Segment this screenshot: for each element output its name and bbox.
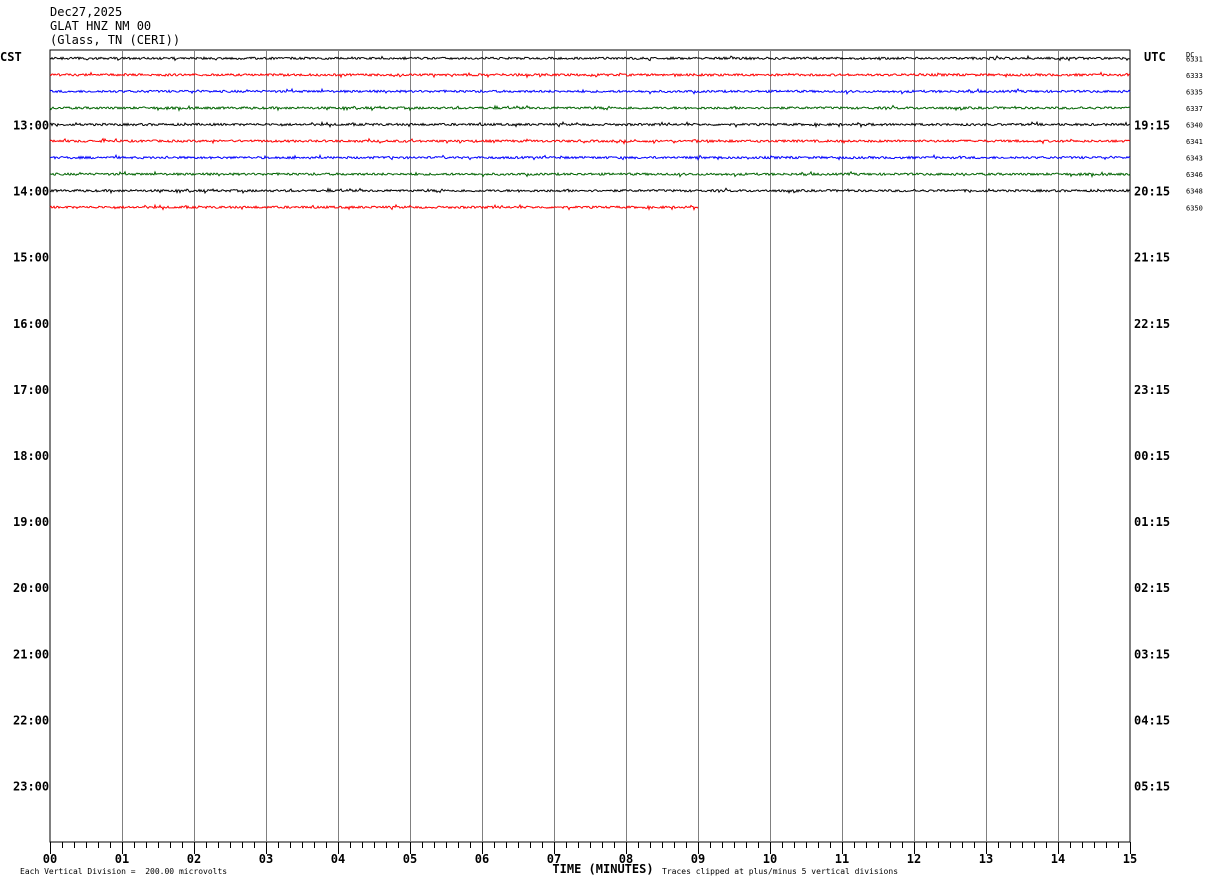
- right-timezone-label: UTC: [1144, 50, 1166, 64]
- right-hour-label: 02:15: [1134, 581, 1170, 595]
- trace-dc-label: 6335: [1186, 88, 1203, 96]
- x-tick-label: 09: [691, 852, 705, 866]
- seismic-trace: [49, 170, 1131, 179]
- right-hour-label: 01:15: [1134, 515, 1170, 529]
- right-hour-label: 22:15: [1134, 317, 1170, 331]
- trace-dc-label: 6337: [1186, 105, 1203, 113]
- left-hour-label: 15:00: [13, 251, 49, 265]
- left-hour-label: 21:00: [13, 647, 49, 661]
- trace-dc-label: 6341: [1186, 138, 1203, 146]
- x-tick-label: 03: [259, 852, 273, 866]
- x-tick-label: 15: [1123, 852, 1137, 866]
- seismic-trace: [49, 203, 699, 211]
- x-tick-label: 12: [907, 852, 921, 866]
- seismic-trace: [49, 120, 1131, 129]
- right-hour-label: 23:15: [1134, 383, 1170, 397]
- x-tick-label: 11: [835, 852, 849, 866]
- seismic-trace: [49, 71, 1131, 79]
- seismic-trace: [49, 104, 1131, 112]
- left-hour-label: 17:00: [13, 383, 49, 397]
- seismic-trace: [49, 54, 1131, 62]
- seismic-trace: [49, 187, 1131, 195]
- x-tick-label: 05: [403, 852, 417, 866]
- right-hour-label: 21:15: [1134, 251, 1170, 265]
- helicorder-chart: 00 01 02 03 04 05 06 07 08 09 10 11 12 13 14 15TIME (MI…: [0, 49, 1203, 876]
- right-hour-label: 04:15: [1134, 713, 1170, 727]
- trace-dc-label: 6346: [1186, 171, 1203, 179]
- x-tick-label: 00: [43, 852, 57, 866]
- left-hour-label: 14:00: [13, 185, 49, 199]
- left-timezone-label: CST: [0, 50, 22, 64]
- footnote-clipping: Traces clipped at plus/minus 5 vertical …: [662, 867, 899, 876]
- right-hour-label: 00:15: [1134, 449, 1170, 463]
- trace-dc-label: 6340: [1186, 122, 1203, 130]
- x-tick-label: 04: [331, 852, 345, 866]
- left-hour-label: 23:00: [13, 780, 49, 794]
- left-hour-label: 18:00: [13, 449, 49, 463]
- x-tick-label: 10: [763, 852, 777, 866]
- seismic-trace: [49, 87, 1131, 95]
- seismic-trace: [49, 153, 1131, 161]
- trace-dc-label: 6331: [1186, 55, 1203, 63]
- right-hour-label: 20:15: [1134, 185, 1170, 199]
- right-hour-label: 19:15: [1134, 119, 1170, 133]
- left-hour-label: 22:00: [13, 713, 49, 727]
- trace-dc-label: 6343: [1186, 155, 1203, 163]
- left-hour-label: 13:00: [13, 119, 49, 133]
- left-hour-label: 20:00: [13, 581, 49, 595]
- left-hour-label: 16:00: [13, 317, 49, 331]
- x-tick-label: 01: [115, 852, 129, 866]
- right-hour-label: 03:15: [1134, 647, 1170, 661]
- right-hour-label: 05:15: [1134, 780, 1170, 794]
- x-tick-label: 02: [187, 852, 201, 866]
- trace-dc-label: 6350: [1186, 204, 1203, 212]
- left-hour-label: 19:00: [13, 515, 49, 529]
- plot-frame: [49, 49, 1131, 843]
- footnote-scale: Each Vertical Division = 200.00 microvol…: [20, 867, 228, 876]
- x-axis-title: TIME (MINUTES): [552, 862, 653, 876]
- x-tick-label: 13: [979, 852, 993, 866]
- x-tick-label: 06: [475, 852, 489, 866]
- x-tick-label: 14: [1051, 852, 1065, 866]
- trace-dc-label: 6348: [1186, 188, 1203, 196]
- seismic-trace: [49, 137, 1131, 145]
- trace-dc-label: 6333: [1186, 72, 1203, 80]
